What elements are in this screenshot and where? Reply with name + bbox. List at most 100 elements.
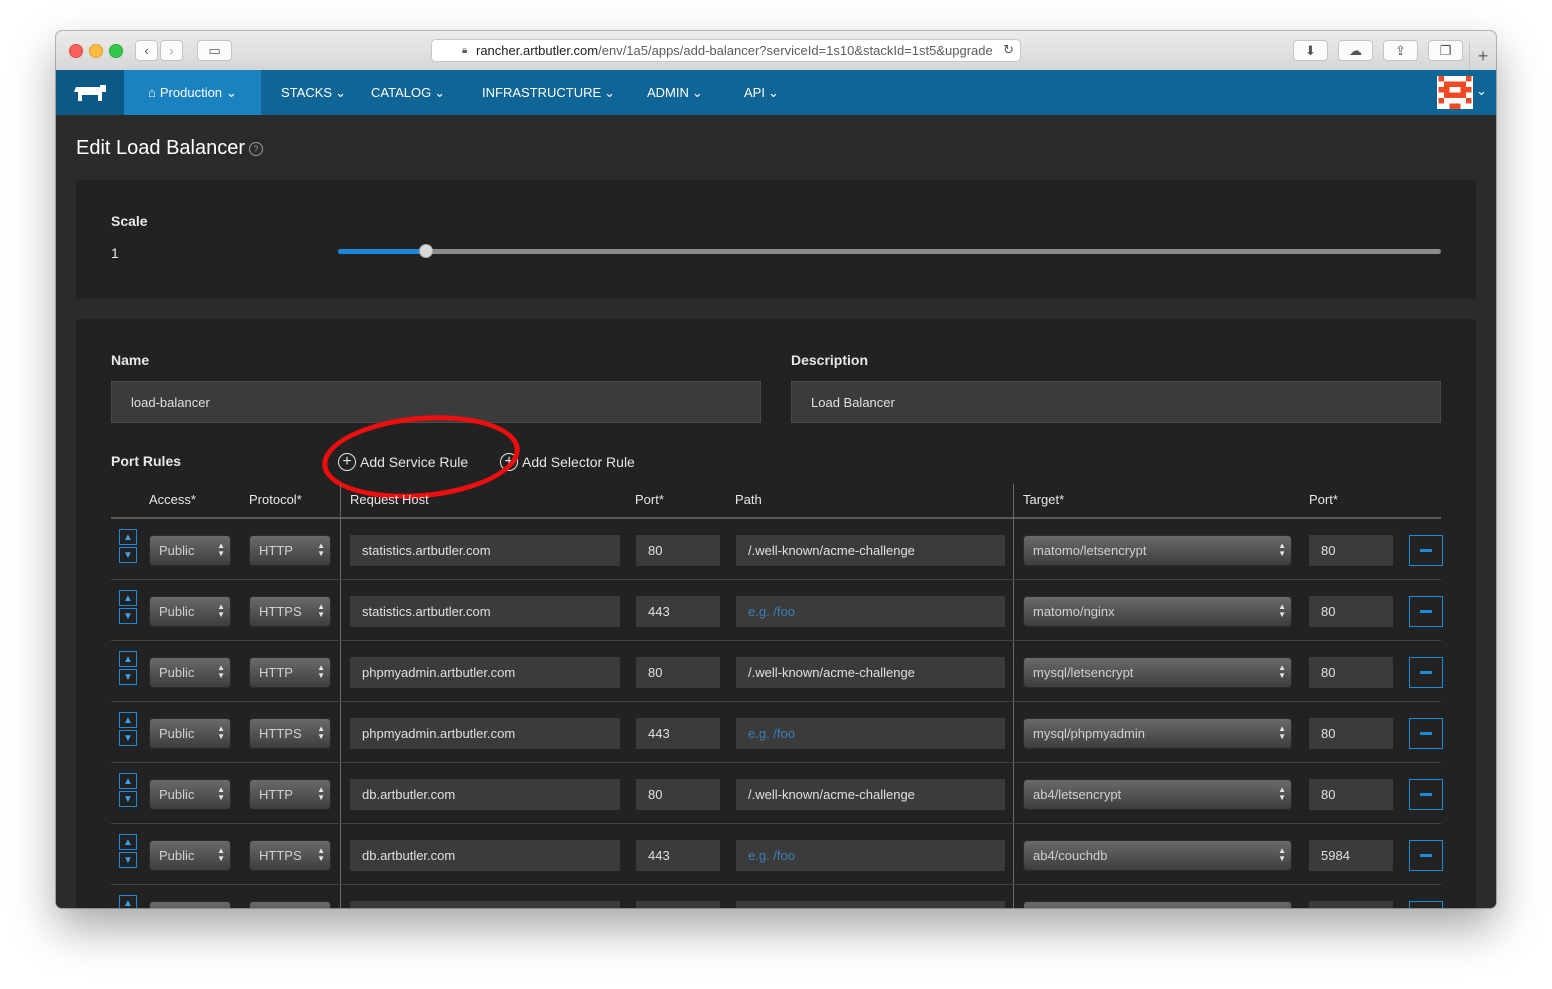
minimize-window-button[interactable] (89, 44, 103, 58)
sidebar-toggle-button[interactable]: ▭ (197, 40, 232, 61)
user-avatar[interactable] (1437, 76, 1473, 109)
move-up-button[interactable]: ▲ (119, 651, 137, 667)
icloud-button[interactable]: ☁ (1338, 40, 1373, 61)
scale-slider[interactable] (338, 244, 1441, 258)
back-button[interactable]: ‹ (135, 40, 158, 61)
path-input[interactable]: e.g. /foo (736, 596, 1005, 627)
port-input[interactable]: 443 (636, 840, 720, 871)
request-host-input[interactable] (350, 901, 620, 908)
nav-stacks[interactable]: STACKS ⌄ (281, 70, 346, 115)
remove-rule-button[interactable] (1409, 718, 1443, 749)
path-input[interactable]: /.well-known/acme-challenge (736, 657, 1005, 688)
environment-dropdown[interactable]: ⌂ Production ⌄ (124, 70, 261, 115)
target-port-input[interactable]: 5984 (1309, 840, 1393, 871)
chevron-down-icon[interactable]: ⌄ (1476, 83, 1487, 99)
nav-admin[interactable]: ADMIN ⌄ (647, 70, 703, 115)
close-window-button[interactable] (69, 44, 83, 58)
reload-icon[interactable]: ↻ (1003, 42, 1014, 58)
move-up-button[interactable]: ▲ (119, 895, 137, 908)
minus-icon (1420, 671, 1432, 674)
new-tab-button[interactable]: + (1469, 42, 1496, 70)
target-port-input[interactable]: 80 (1309, 718, 1393, 749)
protocol-select[interactable]: HTTP ▲ ▼ (249, 657, 331, 688)
access-select[interactable]: Public ▲ ▼ (149, 718, 231, 749)
zoom-window-button[interactable] (109, 44, 123, 58)
tabs-overview-button[interactable]: ❐ (1428, 40, 1463, 61)
access-select[interactable]: Public ▲ ▼ (149, 596, 231, 627)
help-icon[interactable]: ? (249, 141, 264, 156)
target-select[interactable]: ab4/couchdb ▲ ▼ (1023, 840, 1292, 871)
remove-rule-button[interactable] (1409, 535, 1443, 566)
description-input[interactable]: Load Balancer (791, 381, 1441, 423)
move-down-button[interactable]: ▼ (119, 669, 137, 685)
move-up-button[interactable]: ▲ (119, 712, 137, 728)
remove-rule-button[interactable] (1409, 779, 1443, 810)
target-select[interactable]: ▲▼ (1023, 901, 1292, 908)
target-port-input[interactable] (1309, 901, 1393, 908)
protocol-select[interactable]: HTTP ▲ ▼ (249, 535, 331, 566)
move-up-button[interactable]: ▲ (119, 834, 137, 850)
move-up-button[interactable]: ▲ (119, 773, 137, 789)
move-up-button[interactable]: ▲ (119, 590, 137, 606)
request-host-input[interactable]: statistics.artbutler.com (350, 596, 620, 627)
move-up-button[interactable]: ▲ (119, 529, 137, 545)
target-select[interactable]: mysql/letsencrypt ▲ ▼ (1023, 657, 1292, 688)
path-input[interactable]: e.g. /foo (736, 718, 1005, 749)
protocol-select[interactable]: ▲▼ (249, 901, 331, 908)
rancher-logo[interactable] (56, 70, 124, 115)
protocol-select[interactable]: HTTPS ▲ ▼ (249, 596, 331, 627)
nav-catalog[interactable]: CATALOG ⌄ (371, 70, 445, 115)
port-input[interactable] (636, 901, 720, 908)
remove-rule-button[interactable] (1409, 657, 1443, 688)
nav-infrastructure[interactable]: INFRASTRUCTURE ⌄ (482, 70, 615, 115)
request-host-input[interactable]: statistics.artbutler.com (350, 535, 620, 566)
browser-toolbar: ‹ › ▭ 🔒︎ rancher.artbutler.com/env/1a5/a… (56, 31, 1496, 71)
request-host-input[interactable]: db.artbutler.com (350, 779, 620, 810)
request-host-input[interactable]: phpmyadmin.artbutler.com (350, 718, 620, 749)
chevron-right-icon: › (169, 43, 174, 58)
move-down-button[interactable]: ▼ (119, 730, 137, 746)
access-select[interactable]: Public ▲ ▼ (149, 840, 231, 871)
port-input[interactable]: 80 (636, 779, 720, 810)
access-select[interactable]: Public ▲ ▼ (149, 657, 231, 688)
port-input[interactable]: 80 (636, 657, 720, 688)
target-port-input[interactable]: 80 (1309, 535, 1393, 566)
remove-rule-button[interactable] (1409, 901, 1443, 908)
target-port-input[interactable]: 80 (1309, 596, 1393, 627)
port-input[interactable]: 443 (636, 596, 720, 627)
request-host-input[interactable]: db.artbutler.com (350, 840, 620, 871)
path-input[interactable]: e.g. /foo (736, 840, 1005, 871)
address-bar[interactable]: 🔒︎ rancher.artbutler.com/env/1a5/apps/ad… (431, 39, 1021, 62)
path-input[interactable] (736, 901, 1005, 908)
target-port-input[interactable]: 80 (1309, 657, 1393, 688)
protocol-select[interactable]: HTTPS ▲ ▼ (249, 718, 331, 749)
request-host-input[interactable]: phpmyadmin.artbutler.com (350, 657, 620, 688)
port-input[interactable]: 80 (636, 535, 720, 566)
scale-slider-handle[interactable] (419, 244, 434, 258)
path-input[interactable]: /.well-known/acme-challenge (736, 779, 1005, 810)
forward-button[interactable]: › (160, 40, 183, 61)
target-select[interactable]: ab4/letsencrypt ▲ ▼ (1023, 779, 1292, 810)
access-select[interactable]: ▲▼ (149, 901, 231, 908)
protocol-select[interactable]: HTTP ▲ ▼ (249, 779, 331, 810)
share-button[interactable]: ⇪ (1383, 40, 1418, 61)
nav-api[interactable]: API ⌄ (744, 70, 779, 115)
path-input[interactable]: /.well-known/acme-challenge (736, 535, 1005, 566)
remove-rule-button[interactable] (1409, 840, 1443, 871)
add-selector-rule-button[interactable]: + Add Selector Rule (500, 453, 635, 471)
target-select[interactable]: mysql/phpmyadmin ▲ ▼ (1023, 718, 1292, 749)
target-select[interactable]: matomo/letsencrypt ▲ ▼ (1023, 535, 1292, 566)
access-select[interactable]: Public ▲ ▼ (149, 535, 231, 566)
move-down-button[interactable]: ▼ (119, 852, 137, 868)
target-port-input[interactable]: 80 (1309, 779, 1393, 810)
protocol-select[interactable]: HTTPS ▲ ▼ (249, 840, 331, 871)
move-down-button[interactable]: ▼ (119, 791, 137, 807)
remove-rule-button[interactable] (1409, 596, 1443, 627)
move-down-button[interactable]: ▼ (119, 547, 137, 563)
downloads-button[interactable]: ⬇ (1293, 40, 1328, 61)
move-down-button[interactable]: ▼ (119, 608, 137, 624)
port-input[interactable]: 443 (636, 718, 720, 749)
access-select[interactable]: Public ▲ ▼ (149, 779, 231, 810)
target-select[interactable]: matomo/nginx ▲ ▼ (1023, 596, 1292, 627)
chevron-down-icon: ⌄ (434, 84, 446, 100)
